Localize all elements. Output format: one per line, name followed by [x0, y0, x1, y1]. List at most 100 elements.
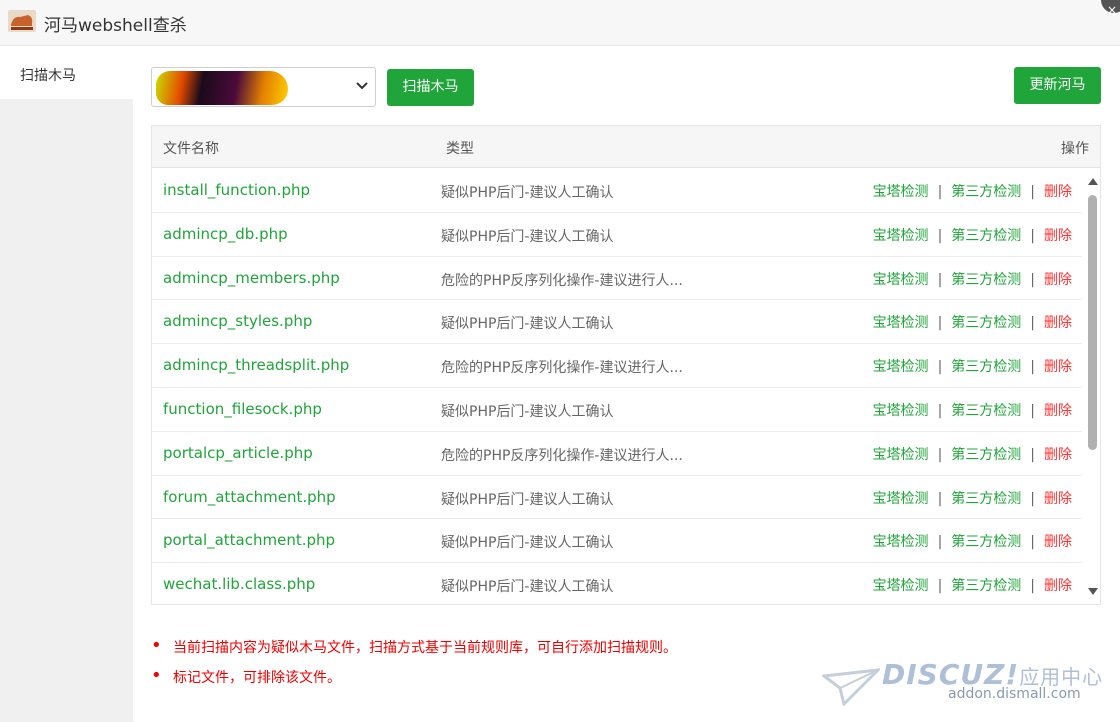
close-icon: × [1107, 3, 1118, 17]
close-button[interactable]: × [1101, 0, 1120, 17]
delete-link[interactable]: 删除 [1044, 272, 1072, 288]
scroll-up-icon[interactable] [1088, 178, 1098, 185]
file-name-link[interactable]: function_filesock.php [163, 400, 322, 418]
row-actions: 宝塔检测 | 第三方检测 | 删除 [873, 181, 1072, 201]
sidebar-item-scan[interactable]: 扫描木马 [0, 47, 133, 99]
file-name-link[interactable]: portalcp_article.php [163, 444, 313, 462]
baota-check-link[interactable]: 宝塔检测 [873, 403, 929, 419]
row-actions: 宝塔检测 | 第三方检测 | 删除 [873, 575, 1072, 595]
scrollbar-thumb[interactable] [1088, 195, 1097, 450]
delete-link[interactable]: 删除 [1044, 315, 1072, 331]
file-type: 疑似PHP后门-建议人工确认 [441, 579, 614, 596]
table-row: admincp_db.php 疑似PHP后门-建议人工确认 宝塔检测 | 第三方检测 | 删… [152, 213, 1082, 257]
delete-link[interactable]: 删除 [1044, 359, 1072, 375]
action-separator: | [937, 184, 943, 200]
action-separator: | [1030, 534, 1035, 551]
baota-check-link[interactable]: 宝塔检测 [873, 272, 929, 288]
delete-link[interactable]: 删除 [1044, 578, 1072, 594]
update-hippo-button[interactable]: 更新河马 [1014, 67, 1101, 104]
window-title: 河马webshell查杀 [44, 16, 187, 36]
row-actions: 宝塔检测 | 第三方检测 | 删除 [873, 269, 1072, 289]
row-actions: 宝塔检测 | 第三方检测 | 删除 [873, 356, 1072, 376]
baota-check-link[interactable]: 宝塔检测 [873, 578, 929, 594]
file-name-link[interactable]: admincp_threadsplit.php [163, 356, 349, 374]
baota-check-link[interactable]: 宝塔检测 [873, 184, 929, 200]
baota-check-link[interactable]: 宝塔检测 [873, 534, 929, 550]
table-row: admincp_members.php 危险的PHP反序列化操作-建议进行人...… [152, 257, 1082, 301]
table-row: admincp_styles.php 疑似PHP后门-建议人工确认 宝塔检测 | 第三方… [152, 300, 1082, 345]
action-separator: | [937, 315, 943, 332]
third-party-check-link[interactable]: 第三方检测 [951, 491, 1021, 507]
watermark-url: addon.dismall.com [948, 686, 1081, 702]
table-body: install_function.php 疑似PHP后门-建议人工确认 宝塔检测 | 第… [152, 169, 1082, 604]
action-separator: | [937, 271, 943, 288]
file-type: 疑似PHP后门-建议人工确认 [441, 535, 614, 552]
header-file-name: 文件名称 [163, 141, 219, 157]
file-type: 疑似PHP后门-建议人工确认 [441, 403, 614, 420]
delete-link[interactable]: 删除 [1044, 491, 1072, 507]
file-name-link[interactable]: forum_attachment.php [163, 488, 336, 506]
delete-link[interactable]: 删除 [1044, 447, 1072, 463]
table-row: portal_attachment.php 疑似PHP后门-建议人工确认 宝塔检测 |… [152, 519, 1082, 564]
third-party-check-link[interactable]: 第三方检测 [951, 359, 1021, 375]
file-type: 疑似PHP后门-建议人工确认 [441, 185, 614, 201]
action-separator: | [1030, 578, 1035, 595]
file-name-link[interactable]: admincp_styles.php [163, 312, 312, 330]
table-row: forum_attachment.php 疑似PHP后门-建议人工确认 宝塔检测 | 第… [152, 476, 1082, 520]
file-name-link[interactable]: admincp_members.php [163, 269, 340, 287]
delete-link[interactable]: 删除 [1044, 228, 1072, 244]
file-name-link[interactable]: portal_attachment.php [163, 531, 335, 549]
action-separator: | [1030, 446, 1035, 463]
header-type: 类型 [446, 141, 474, 157]
row-actions: 宝塔检测 | 第三方检测 | 删除 [873, 488, 1072, 508]
third-party-check-link[interactable]: 第三方检测 [951, 272, 1021, 288]
delete-link[interactable]: 删除 [1044, 403, 1072, 419]
baota-check-link[interactable]: 宝塔检测 [873, 447, 929, 463]
redacted-selection [156, 71, 288, 105]
action-separator: | [937, 534, 943, 551]
table-row: function_filesock.php 疑似PHP后门-建议人工确认 宝塔检测 |… [152, 388, 1082, 432]
third-party-check-link[interactable]: 第三方检测 [951, 578, 1021, 594]
notes-list: 当前扫描内容为疑似木马文件，扫描方式基于当前规则库，可自行添加扫描规则。 标记文… [151, 635, 677, 697]
row-actions: 宝塔检测 | 第三方检测 | 删除 [873, 400, 1072, 420]
file-type: 疑似PHP后门-建议人工确认 [441, 228, 614, 245]
table-header: 文件名称 类型 操作 [152, 126, 1100, 168]
paper-plane-icon [822, 668, 880, 706]
delete-link[interactable]: 删除 [1044, 534, 1072, 550]
table-row: admincp_threadsplit.php 危险的PHP反序列化操作-建议进行… [152, 344, 1082, 388]
file-name-link[interactable]: admincp_db.php [163, 225, 288, 243]
title-bar: 河马webshell查杀 × [0, 0, 1120, 46]
row-actions: 宝塔检测 | 第三方检测 | 删除 [873, 312, 1072, 332]
action-separator: | [937, 402, 943, 419]
scrollbar[interactable] [1084, 169, 1100, 604]
third-party-check-link[interactable]: 第三方检测 [951, 228, 1021, 244]
action-separator: | [937, 227, 943, 244]
results-table: 文件名称 类型 操作 install_function.php 疑似PHP后门-建… [151, 125, 1101, 605]
third-party-check-link[interactable]: 第三方检测 [951, 534, 1021, 550]
baota-check-link[interactable]: 宝塔检测 [873, 359, 929, 375]
baota-check-link[interactable]: 宝塔检测 [873, 491, 929, 507]
action-separator: | [1030, 227, 1035, 244]
file-type: 危险的PHP反序列化操作-建议进行人... [441, 447, 683, 464]
third-party-check-link[interactable]: 第三方检测 [951, 184, 1021, 200]
table-row: wechat.lib.class.php 疑似PHP后门-建议人工确认 宝塔检测 | 第… [152, 563, 1082, 604]
baota-check-link[interactable]: 宝塔检测 [873, 228, 929, 244]
delete-link[interactable]: 删除 [1044, 184, 1072, 200]
third-party-check-link[interactable]: 第三方检测 [951, 315, 1021, 331]
file-name-link[interactable]: wechat.lib.class.php [163, 575, 315, 593]
third-party-check-link[interactable]: 第三方检测 [951, 403, 1021, 419]
row-actions: 宝塔检测 | 第三方检测 | 删除 [873, 444, 1072, 464]
watermark: DISCUZ!应用中心 addon.dismall.com [822, 658, 1112, 718]
action-separator: | [1030, 184, 1035, 200]
file-type: 危险的PHP反序列化操作-建议进行人... [441, 272, 683, 289]
scan-trojan-button[interactable]: 扫描木马 [387, 69, 474, 106]
file-name-link[interactable]: install_function.php [163, 181, 310, 199]
directory-select[interactable] [151, 67, 376, 107]
third-party-check-link[interactable]: 第三方检测 [951, 447, 1021, 463]
scroll-down-icon[interactable] [1088, 588, 1098, 595]
action-separator: | [937, 446, 943, 463]
baota-check-link[interactable]: 宝塔检测 [873, 315, 929, 331]
action-separator: | [1030, 271, 1035, 288]
note-item: 标记文件，可排除该文件。 [151, 665, 677, 697]
sidebar-item-label: 扫描木马 [20, 68, 76, 84]
